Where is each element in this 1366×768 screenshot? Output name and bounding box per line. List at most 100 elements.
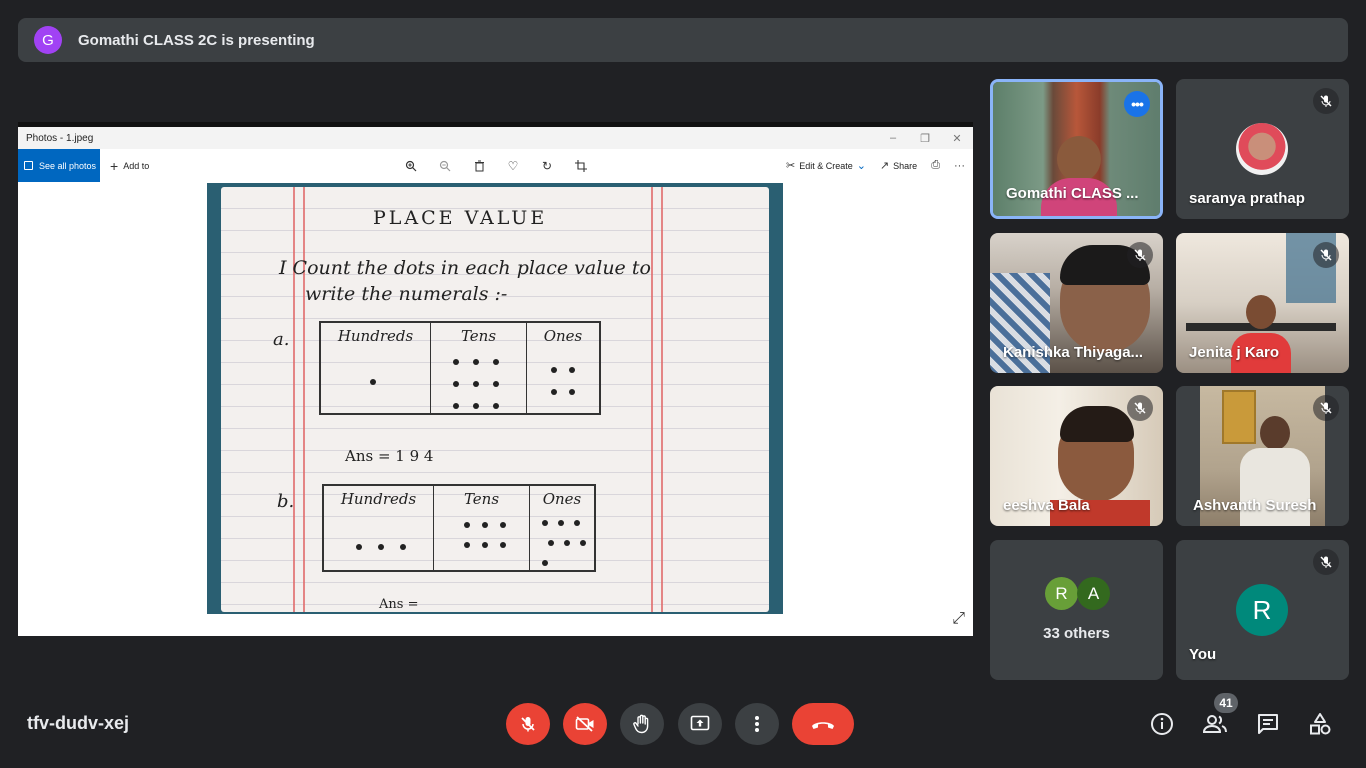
muted-mic-icon: [1313, 88, 1339, 114]
participant-name: saranya prathap: [1189, 190, 1305, 207]
add-to-button: + Add to: [110, 158, 149, 174]
share-label: Share: [893, 160, 918, 171]
presenting-text: Gomathi CLASS 2C is presenting: [78, 31, 315, 49]
favorite-icon: ♡: [507, 158, 519, 173]
plus-icon: +: [110, 157, 119, 174]
activities-icon: [1310, 713, 1331, 735]
delete-icon: [471, 158, 487, 174]
crop-icon: [573, 158, 589, 174]
window-controls: – ❐ ✕: [877, 127, 973, 149]
hundreds-header-b: Hundreds: [340, 490, 417, 508]
more-options-icon[interactable]: •••: [1124, 91, 1150, 117]
participant-tile-eeshva[interactable]: eeshva Bala: [990, 386, 1163, 526]
zoom-in-icon: [403, 158, 419, 174]
participant-tile-kanishka[interactable]: Kanishka Thiyaga...: [990, 233, 1163, 373]
edit-icon: ✂: [785, 160, 796, 172]
avatar: R: [1045, 577, 1078, 610]
raise-hand-button[interactable]: [620, 703, 664, 745]
answer-b: Ans =: [379, 597, 419, 612]
rotate-icon: ↻: [541, 158, 553, 173]
margin-line-right: [651, 187, 653, 612]
leave-call-button[interactable]: [792, 703, 854, 745]
add-to-label: Add to: [123, 160, 150, 171]
tens-cell-b: Tens: [434, 486, 530, 570]
activities-button[interactable]: [1304, 708, 1336, 740]
more-options-button[interactable]: [735, 703, 779, 745]
share-icon: ↗: [879, 160, 890, 172]
meeting-code: tfv-dudv-xej: [27, 713, 130, 733]
answer-a: Ans = 1 9 4: [345, 447, 434, 465]
participant-name: You: [1189, 646, 1217, 663]
hundreds-cell-a: Hundreds: [321, 323, 431, 413]
minimize-icon: –: [889, 132, 897, 144]
mic-toggle-button[interactable]: [506, 703, 550, 745]
close-icon: ✕: [952, 132, 962, 145]
photo-actions: ✂ Edit & Create ⌄ ↗ Share ⎙ ···: [786, 149, 965, 182]
participant-tile-saranya[interactable]: saranya prathap: [1176, 79, 1349, 219]
participant-name: Jenita j Karo: [1189, 344, 1280, 361]
participant-name: Gomathi CLASS ...: [1006, 185, 1139, 202]
muted-mic-icon: [1127, 242, 1153, 268]
image-icon: [24, 161, 33, 170]
muted-mic-icon: [1313, 242, 1339, 268]
zoom-out-icon: [437, 158, 453, 174]
avatar: R: [1236, 584, 1288, 636]
tens-cell-a: Tens: [431, 323, 527, 413]
photos-toolbar: See all photos + Add to ♡ ↻ ✂ Edit & Cre…: [18, 149, 973, 182]
others-count: 33 others: [1043, 625, 1110, 642]
present-icon: [690, 715, 710, 731]
margin-line-right-2: [661, 187, 663, 612]
camera-off-icon: [575, 716, 594, 732]
instruction-line-2: write the numerals :-: [305, 283, 508, 305]
tens-header-b: Tens: [463, 490, 500, 508]
place-value-table-a: Hundreds Tens Ones: [319, 321, 601, 415]
hang-up-icon: [812, 722, 834, 729]
present-screen-button[interactable]: [678, 703, 722, 745]
self-tile[interactable]: R You: [1176, 540, 1349, 680]
avatar: [1236, 123, 1288, 175]
info-icon: [1151, 713, 1173, 735]
presenter-face: [1057, 136, 1101, 182]
participant-name: Kanishka Thiyaga...: [1003, 344, 1144, 361]
ones-cell-b: Ones: [530, 486, 594, 570]
see-all-photos-button: See all photos: [18, 149, 100, 182]
hundreds-header-a: Hundreds: [337, 327, 414, 345]
meeting-details-button[interactable]: [1146, 708, 1178, 740]
notebook-page: PLACE VALUE I Count the dots in each pla…: [221, 187, 769, 612]
margin-line-left: [293, 187, 295, 612]
see-all-label: See all photos: [39, 160, 97, 171]
people-count-badge: 41: [1214, 693, 1238, 713]
part-b-label: b.: [277, 491, 295, 512]
chat-icon: [1258, 714, 1278, 734]
mic-off-icon: [521, 717, 535, 732]
participant-tile-presenter[interactable]: ••• Gomathi CLASS ...: [990, 79, 1163, 219]
chevron-down-icon: ⌄: [856, 160, 866, 172]
participant-tile-ashvanth[interactable]: Ashvanth Suresh: [1176, 386, 1349, 526]
presenter-avatar: G: [34, 26, 62, 54]
photos-title-bar: Photos - 1.jpeg – ❐ ✕: [18, 127, 973, 149]
worksheet-photo: PLACE VALUE I Count the dots in each pla…: [207, 183, 783, 614]
ones-header-a: Ones: [543, 327, 583, 345]
margin-line-left-2: [303, 187, 305, 612]
place-value-table-b: Hundreds Tens Ones: [322, 484, 596, 572]
more-vert-icon: [755, 716, 759, 732]
worksheet-title: PLACE VALUE: [373, 207, 548, 229]
others-tile[interactable]: R A 33 others: [990, 540, 1163, 680]
expand-icon: ⤢: [952, 610, 965, 627]
muted-mic-icon: [1313, 549, 1339, 575]
avatar: A: [1077, 577, 1110, 610]
share-button: ↗ Share: [880, 159, 917, 172]
ones-header-b: Ones: [542, 490, 582, 508]
camera-toggle-button[interactable]: [563, 703, 607, 745]
restore-icon: ❐: [920, 132, 930, 145]
edit-create-button: ✂ Edit & Create ⌄: [786, 159, 866, 172]
participant-name: eeshva Bala: [1003, 497, 1090, 514]
participant-tile-jenita[interactable]: Jenita j Karo: [1176, 233, 1349, 373]
muted-mic-icon: [1127, 395, 1153, 421]
muted-mic-icon: [1313, 395, 1339, 421]
tens-header-a: Tens: [460, 327, 497, 345]
chat-button[interactable]: [1252, 708, 1284, 740]
presenting-banner: G Gomathi CLASS 2C is presenting: [18, 18, 1348, 62]
shared-screen: Photos - 1.jpeg – ❐ ✕ See all photos + A…: [18, 122, 973, 636]
instruction-line-1: I Count the dots in each place value to: [279, 257, 651, 279]
